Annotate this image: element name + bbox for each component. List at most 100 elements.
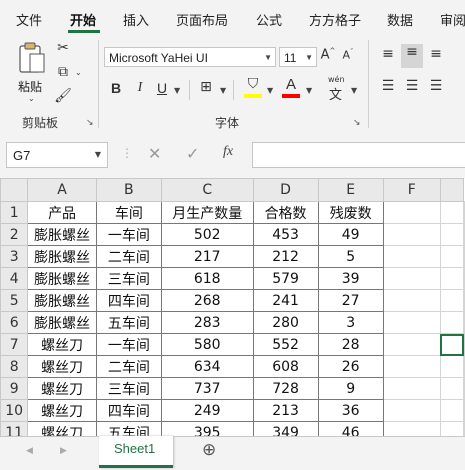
cell[interactable] — [463, 399, 465, 422]
cell[interactable] — [439, 267, 465, 290]
cell[interactable] — [439, 223, 465, 246]
row-header[interactable]: 8 — [0, 355, 29, 378]
cell[interactable]: 28 — [317, 333, 384, 356]
cell[interactable] — [439, 201, 465, 224]
underline-button[interactable]: U — [154, 80, 170, 96]
column-header[interactable] — [439, 178, 465, 202]
select-all-corner[interactable] — [0, 178, 29, 202]
cell[interactable]: 合格数 — [252, 201, 319, 224]
cell[interactable]: 268 — [160, 289, 254, 312]
cell[interactable]: 728 — [252, 377, 319, 400]
copy-icon[interactable]: ⧉ — [54, 64, 72, 80]
cell[interactable] — [439, 421, 465, 436]
align-bottom-icon[interactable]: ≡ — [426, 46, 446, 62]
row-header[interactable]: 2 — [0, 223, 29, 246]
font-size-dropdown[interactable]: 11 ▼ — [279, 47, 317, 67]
row-header[interactable]: 5 — [0, 289, 29, 312]
cell[interactable]: 膨胀螺丝 — [27, 267, 97, 290]
cell[interactable]: 五车间 — [95, 421, 162, 436]
cell[interactable]: 9 — [317, 377, 384, 400]
row-header[interactable]: 11 — [0, 421, 29, 436]
name-box[interactable]: G7 ▼ — [6, 142, 108, 168]
sheet-tab-sheet1[interactable]: Sheet1 — [99, 436, 173, 468]
cell[interactable]: 212 — [252, 245, 319, 268]
cell[interactable]: 膨胀螺丝 — [27, 289, 97, 312]
row-header[interactable]: 4 — [0, 267, 29, 290]
decrease-font-size-icon[interactable]: Aˇ — [340, 48, 356, 62]
cell[interactable]: 三车间 — [95, 377, 162, 400]
cell[interactable] — [382, 355, 441, 378]
cell[interactable]: 螺丝刀 — [27, 421, 97, 436]
cell[interactable]: 49 — [317, 223, 384, 246]
cell[interactable]: 膨胀螺丝 — [27, 311, 97, 334]
tab-insert[interactable]: 插入 — [123, 10, 149, 29]
cell[interactable]: 车间 — [95, 201, 162, 224]
cell[interactable]: 膨胀螺丝 — [27, 245, 97, 268]
cell[interactable]: 二车间 — [95, 355, 162, 378]
increase-font-size-icon[interactable]: A^ — [320, 47, 336, 62]
tab-home[interactable]: 开始 — [70, 10, 96, 29]
cell[interactable]: 3 — [317, 311, 384, 334]
cell[interactable]: 产品 — [27, 201, 97, 224]
bold-button[interactable]: B — [108, 80, 124, 96]
align-center-icon[interactable]: ☰ — [402, 78, 422, 94]
tab-fangfang[interactable]: 方方格子 — [309, 10, 361, 29]
insert-function-button[interactable]: fx — [223, 144, 233, 160]
align-middle-icon[interactable]: ≡ — [401, 44, 423, 68]
cell[interactable] — [463, 267, 465, 290]
tab-formulas[interactable]: 公式 — [256, 10, 282, 29]
cell[interactable] — [382, 223, 441, 246]
format-painter-icon[interactable]: 🖌 — [54, 88, 72, 104]
cell[interactable]: 36 — [317, 399, 384, 422]
align-left-icon[interactable]: ☰ — [378, 78, 398, 94]
cell[interactable]: 一车间 — [95, 223, 162, 246]
cell[interactable] — [463, 355, 465, 378]
cell[interactable] — [439, 311, 465, 334]
cancel-icon[interactable]: ✕ — [148, 144, 161, 163]
cell[interactable] — [463, 333, 465, 356]
cell[interactable] — [382, 421, 441, 436]
borders-icon[interactable]: ⊞ — [197, 79, 215, 95]
phonetic-button[interactable]: wén 文 — [325, 75, 349, 103]
column-header[interactable]: C — [160, 178, 254, 202]
cell[interactable]: 三车间 — [95, 267, 162, 290]
cell[interactable]: 螺丝刀 — [27, 377, 97, 400]
row-header[interactable]: 1 — [0, 201, 29, 224]
cell[interactable]: 241 — [252, 289, 319, 312]
cell[interactable]: 27 — [317, 289, 384, 312]
cell[interactable] — [439, 355, 465, 378]
cell[interactable] — [382, 289, 441, 312]
cell[interactable]: 634 — [160, 355, 254, 378]
dialog-launcher-icon[interactable]: ↘ — [86, 118, 94, 128]
font-color-button[interactable]: A — [280, 76, 302, 102]
chevron-down-icon[interactable]: ▼ — [220, 86, 226, 95]
cell[interactable] — [463, 311, 465, 334]
font-name-dropdown[interactable]: Microsoft YaHei UI ▼ — [104, 47, 276, 67]
selected-cell[interactable] — [439, 333, 465, 356]
cell[interactable] — [463, 201, 465, 224]
cell[interactable]: 螺丝刀 — [27, 355, 97, 378]
cell[interactable]: 349 — [252, 421, 319, 436]
cell[interactable]: 395 — [160, 421, 254, 436]
cell[interactable] — [382, 245, 441, 268]
cell[interactable]: 737 — [160, 377, 254, 400]
cell[interactable]: 月生产数量 — [160, 201, 254, 224]
row-header[interactable]: 10 — [0, 399, 29, 422]
cell[interactable]: 四车间 — [95, 399, 162, 422]
cell[interactable]: 一车间 — [95, 333, 162, 356]
cell[interactable]: 46 — [317, 421, 384, 436]
cell[interactable] — [382, 399, 441, 422]
cell[interactable] — [439, 377, 465, 400]
chevron-down-icon[interactable]: ⌄ — [75, 68, 82, 77]
cell[interactable] — [382, 201, 441, 224]
align-top-icon[interactable]: ≡ — [378, 46, 398, 62]
cell[interactable]: 280 — [252, 311, 319, 334]
column-header[interactable]: E — [317, 178, 384, 202]
chevron-down-icon[interactable]: ▼ — [267, 86, 273, 95]
tab-page-layout[interactable]: 页面布局 — [176, 10, 228, 29]
cell[interactable]: 453 — [252, 223, 319, 246]
cell[interactable]: 502 — [160, 223, 254, 246]
tab-review[interactable]: 审阅 — [440, 10, 465, 29]
cell[interactable] — [463, 289, 465, 312]
cell[interactable]: 580 — [160, 333, 254, 356]
